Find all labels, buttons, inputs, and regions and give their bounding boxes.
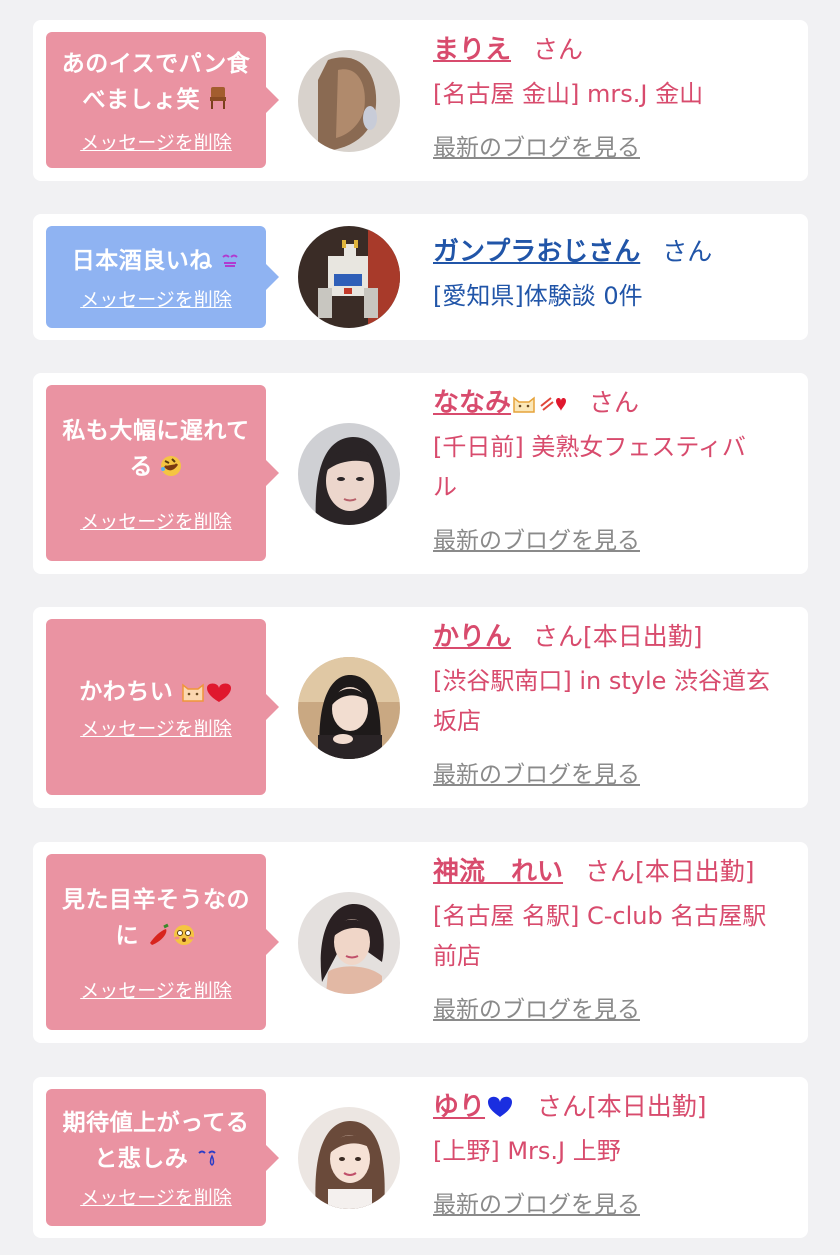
shop-name: [愛知県]体験談 0件 <box>433 282 643 310</box>
avatar[interactable] <box>298 657 400 759</box>
profile-name-link[interactable]: 神流 れい <box>433 857 563 887</box>
profile-name-link[interactable]: ななみ <box>433 388 567 418</box>
honorific: さん[本日出勤] <box>533 622 703 651</box>
shop-name: [渋谷駅南口] in style 渋谷道玄 坂店 <box>433 667 771 735</box>
chair-icon <box>200 86 229 112</box>
name-line: 神流 れい さん[本日出勤] <box>433 852 790 892</box>
profile-info: ゆり さん[本日出勤] [上野] Mrs.J 上野 最新のブログを見る <box>433 1087 790 1219</box>
profile-info: 神流 れい さん[本日出勤] [名古屋 名駅] C-club 名古屋駅 前店 最新… <box>433 852 790 1024</box>
message-bubble: 見た目辛そうなの に メッセージを削除 <box>46 854 279 1030</box>
delete-message-link[interactable]: メッセージを削除 <box>80 714 232 741</box>
avatar[interactable] <box>298 226 400 328</box>
name-line: ガンプラおじさん さん <box>433 232 790 272</box>
delete-message-link[interactable]: メッセージを削除 <box>80 128 232 155</box>
honorific: さん[本日出勤] <box>585 857 755 886</box>
profile-name-link[interactable]: ゆり <box>433 1092 515 1122</box>
delete-message-link[interactable]: メッセージを削除 <box>80 1183 232 1210</box>
name-line: かりん さん[本日出勤] <box>433 617 790 657</box>
honorific: さん <box>589 388 640 417</box>
name-line: ゆり さん[本日出勤] <box>433 1087 790 1127</box>
chili-flushed-icon <box>139 923 196 948</box>
honorific: さん[本日出勤] <box>537 1092 707 1121</box>
profile-name-link[interactable]: ガンプラおじさん <box>433 237 640 267</box>
message-text: 期待値上がってる と悲しみ <box>62 1110 250 1172</box>
sad-tear-icon <box>188 1147 217 1171</box>
profile-info: ガンプラおじさん さん [愛知県]体験談 0件 <box>433 232 790 316</box>
avatar[interactable] <box>298 50 400 152</box>
sleepy-eyes-icon <box>213 249 240 273</box>
latest-blog-link[interactable]: 最新のブログを見る <box>433 128 640 162</box>
cat-icon <box>511 388 537 418</box>
honorific: さん <box>662 237 713 266</box>
avatar[interactable] <box>298 1107 400 1209</box>
profile-name-link[interactable]: まりえ <box>433 35 511 65</box>
message-text: かわちい <box>79 674 232 710</box>
profile-name-link[interactable]: かりん <box>433 622 511 652</box>
shop-name: [千日前] 美熟女フェスティバ ル <box>433 433 746 501</box>
shop-name: [名古屋 金山] mrs.J 金山 <box>433 80 704 108</box>
latest-blog-link[interactable]: 最新のブログを見る <box>433 521 640 555</box>
message-text: あのイスでパン食 べましょ笑 <box>61 50 251 113</box>
profile-info: まりえ さん [名古屋 金山] mrs.J 金山 最新のブログを見る <box>433 30 790 162</box>
name-line: まりえ さん <box>433 30 790 70</box>
latest-blog-link[interactable]: 最新のブログを見る <box>433 1185 640 1219</box>
delete-message-link[interactable]: メッセージを削除 <box>80 976 232 1003</box>
message-card: 日本酒良いね メッセージを削除 ガンプラおじさん さん [愛知県]体験談 0件 <box>33 214 808 340</box>
message-text: 私も大幅に遅れて る <box>62 417 250 480</box>
avatar[interactable] <box>298 892 400 994</box>
message-bubble: 私も大幅に遅れて る メッセージを削除 <box>46 385 279 561</box>
message-card: 見た目辛そうなの に メッセージを削除 神流 れい さん[本日出勤] [名古屋 名… <box>33 842 808 1043</box>
rofl-icon <box>153 455 182 479</box>
blue-heart-icon <box>485 1092 515 1122</box>
message-card: あのイスでパン食 べましょ笑 メッセージを削除 まりえ さん [名古屋 金山] m… <box>33 20 808 181</box>
honorific: さん <box>533 35 584 64</box>
latest-blog-link[interactable]: 最新のブログを見る <box>433 990 640 1024</box>
message-card: 期待値上がってる と悲しみ メッセージを削除 ゆり さん[本日出勤] [上野] M… <box>33 1077 808 1238</box>
message-bubble: あのイスでパン食 べましょ笑 メッセージを削除 <box>46 32 279 168</box>
delete-message-link[interactable]: メッセージを削除 <box>80 507 232 534</box>
flying-heart-icon <box>537 388 567 418</box>
message-card: かわちい メッセージを削除 かりん さん[本日出勤] [渋谷駅南口] in sty… <box>33 607 808 808</box>
cat-heart-icon <box>173 680 232 704</box>
profile-info: かりん さん[本日出勤] [渋谷駅南口] in style 渋谷道玄 坂店 最新の… <box>433 617 790 789</box>
message-text: 日本酒良いね <box>72 243 240 279</box>
avatar[interactable] <box>298 423 400 525</box>
message-text: 見た目辛そうなの に <box>62 886 250 949</box>
message-bubble: 期待値上がってる と悲しみ メッセージを削除 <box>46 1089 279 1226</box>
message-bubble: かわちい メッセージを削除 <box>46 619 279 795</box>
latest-blog-link[interactable]: 最新のブログを見る <box>433 755 640 789</box>
name-line: ななみ さん <box>433 383 790 423</box>
shop-name: [上野] Mrs.J 上野 <box>433 1137 621 1165</box>
message-card: 私も大幅に遅れて る メッセージを削除 ななみ さん [千日前] 美熟女フェスティ… <box>33 373 808 574</box>
message-bubble: 日本酒良いね メッセージを削除 <box>46 226 279 328</box>
profile-info: ななみ さん [千日前] 美熟女フェスティバ ル 最新のブログを見る <box>433 383 790 555</box>
delete-message-link[interactable]: メッセージを削除 <box>80 285 232 312</box>
shop-name: [名古屋 名駅] C-club 名古屋駅 前店 <box>433 902 767 970</box>
